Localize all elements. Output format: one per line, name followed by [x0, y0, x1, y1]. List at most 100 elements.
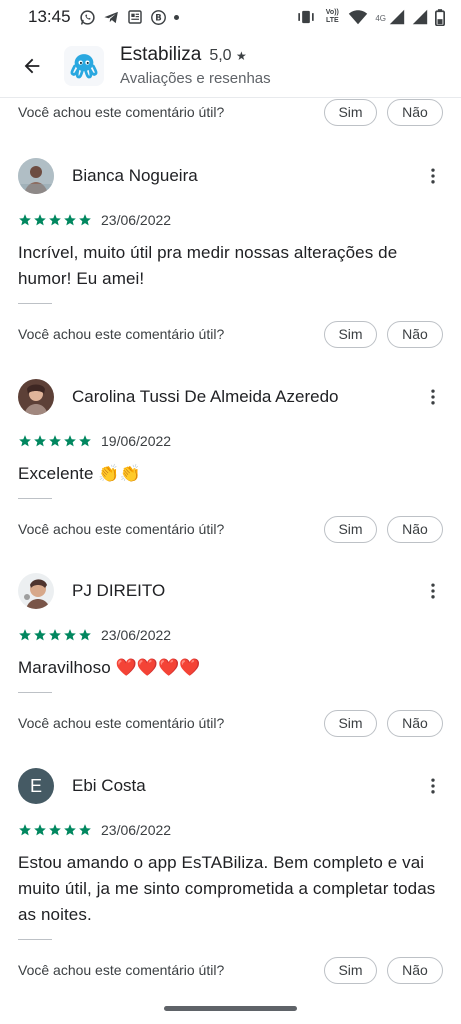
more-vert-icon [431, 583, 435, 599]
review-card: PJ DIREITO 23/06/2022 Maravilhoso ❤️❤️❤️… [0, 571, 461, 693]
star-icon [49, 824, 61, 836]
star-icon [19, 629, 31, 641]
back-button[interactable] [10, 44, 54, 88]
star-rating [18, 823, 92, 837]
star-icon [64, 824, 76, 836]
helpful-question: Você achou este comentário útil? [18, 521, 225, 537]
helpful-no-button[interactable]: Não [387, 956, 443, 984]
helpful-question: Você achou este comentário útil? [18, 962, 225, 978]
gesture-nav-handle[interactable] [164, 1006, 297, 1011]
svg-text:B: B [155, 13, 161, 23]
helpful-row: Você achou este comentário útil? Sim Não [0, 955, 461, 985]
telegram-icon [103, 9, 120, 26]
review-more-button[interactable] [419, 383, 447, 411]
review-more-button[interactable] [419, 162, 447, 190]
star-icon [49, 435, 61, 447]
more-vert-icon [431, 168, 435, 184]
avatar [18, 379, 54, 415]
more-notifications-dot [173, 14, 179, 20]
status-time: 13:45 [28, 7, 71, 26]
helpful-yes-button[interactable]: Sim [324, 320, 377, 348]
notification-icons: B [79, 9, 179, 26]
star-icon [64, 214, 76, 226]
star-icon [49, 629, 61, 641]
review-date: 23/06/2022 [101, 822, 172, 838]
star-icon [79, 435, 91, 447]
review-card: Bianca Nogueira 23/06/2022 Incrível, mui… [0, 156, 461, 304]
news-icon [127, 9, 143, 25]
review-text: Incrível, muito útil pra medir nossas al… [18, 243, 398, 288]
reviewer-name: Bianca Nogueira [72, 166, 198, 185]
app-icon [64, 45, 104, 86]
helpful-row: Você achou este comentário útil? Sim Não [0, 97, 461, 127]
star-icon [19, 824, 31, 836]
divider [18, 303, 52, 304]
review-date: 19/06/2022 [101, 433, 172, 449]
review-date: 23/06/2022 [101, 212, 172, 228]
helpful-question: Você achou este comentário útil? [18, 715, 225, 731]
star-icon [64, 629, 76, 641]
helpful-row: Você achou este comentário útil? Sim Não [0, 514, 461, 544]
star-rating [18, 628, 92, 642]
star-icon [79, 214, 91, 226]
review-text: Maravilhoso ❤️❤️❤️❤️ [18, 658, 201, 677]
helpful-row: Você achou este comentário útil? Sim Não [0, 708, 461, 738]
helpful-no-button[interactable]: Não [387, 709, 443, 737]
divider [18, 692, 52, 693]
review-card: Carolina Tussi De Almeida Azeredo 19/06/… [0, 377, 461, 499]
battery-icon [435, 8, 445, 26]
star-icon [79, 629, 91, 641]
helpful-question: Você achou este comentário útil? [18, 104, 225, 120]
helpful-no-button[interactable]: Não [387, 98, 443, 126]
rating-value: 5,0 [209, 47, 232, 64]
helpful-no-button[interactable]: Não [387, 320, 443, 348]
app-header: Estabiliza 5,0 ★ Avaliações e resenhas [0, 34, 461, 98]
app-name: Estabiliza [120, 44, 202, 65]
divider [18, 498, 52, 499]
vibrate-icon [296, 9, 316, 25]
star-icon [34, 824, 46, 836]
app-rating: 5,0 ★ [209, 47, 246, 65]
wifi-icon [348, 9, 368, 25]
star-rating [18, 213, 92, 227]
helpful-yes-button[interactable]: Sim [324, 709, 377, 737]
header-subtitle: Avaliações e resenhas [120, 70, 271, 87]
helpful-yes-button[interactable]: Sim [324, 98, 377, 126]
divider [18, 939, 52, 940]
reviewer-name: Carolina Tussi De Almeida Azeredo [72, 387, 339, 406]
review-date: 23/06/2022 [101, 627, 172, 643]
review-card: E Ebi Costa 23/06/2022 Estou amando o ap… [0, 766, 461, 940]
star-icon: ★ [236, 49, 247, 63]
review-text: Estou amando o app EsTABiliza. Bem compl… [18, 853, 436, 924]
star-rating [18, 434, 92, 448]
reviewer-name: PJ DIREITO [72, 581, 166, 600]
signal-icon [389, 9, 405, 25]
star-icon [34, 435, 46, 447]
star-icon [64, 435, 76, 447]
star-icon [79, 824, 91, 836]
avatar: E [18, 768, 54, 804]
avatar [18, 573, 54, 609]
helpful-yes-button[interactable]: Sim [324, 956, 377, 984]
star-icon [34, 629, 46, 641]
helpful-row: Você achou este comentário útil? Sim Não [0, 319, 461, 349]
review-more-button[interactable] [419, 772, 447, 800]
octopus-icon [70, 53, 98, 78]
reviewer-name: Ebi Costa [72, 776, 146, 795]
star-icon [49, 214, 61, 226]
more-vert-icon [431, 389, 435, 405]
back-arrow-icon [24, 58, 40, 73]
more-vert-icon [431, 778, 435, 794]
star-icon [19, 435, 31, 447]
star-icon [34, 214, 46, 226]
b-icon: B [150, 9, 167, 26]
whatsapp-icon [79, 9, 96, 26]
review-text: Excelente 👏👏 [18, 464, 141, 483]
helpful-yes-button[interactable]: Sim [324, 515, 377, 543]
helpful-no-button[interactable]: Não [387, 515, 443, 543]
system-icons: Vo)) LTE 4G [296, 8, 445, 26]
star-icon [19, 214, 31, 226]
avatar [18, 158, 54, 194]
review-more-button[interactable] [419, 577, 447, 605]
status-bar: 13:45 B Vo)) LTE 4G [0, 0, 461, 34]
